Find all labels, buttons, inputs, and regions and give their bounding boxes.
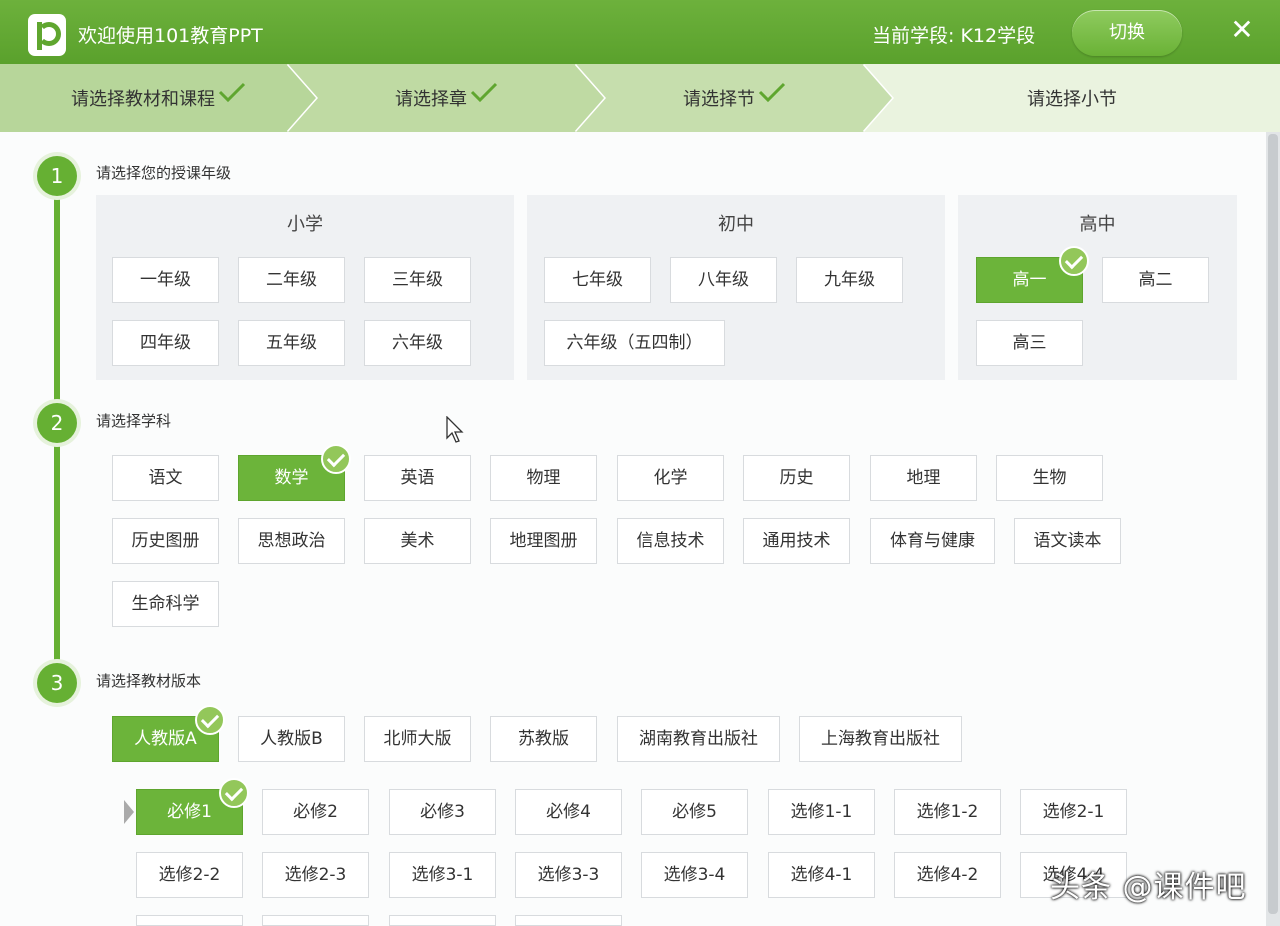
step-2-check-icon	[470, 82, 498, 103]
scrollbar-thumb[interactable]	[1268, 134, 1278, 914]
subject-option[interactable]: 英语	[364, 455, 471, 501]
subject-option[interactable]: 通用技术	[743, 518, 850, 564]
subject-option[interactable]: 思想政治	[238, 518, 345, 564]
volume-option[interactable]: 选修4-2	[894, 852, 1001, 898]
edition-option[interactable]: 上海教育出版社	[799, 716, 962, 762]
grade-option[interactable]: 高三	[976, 320, 1083, 366]
grade-option[interactable]: 高二	[1102, 257, 1209, 303]
step-1-label: 请选择教材和课程	[71, 89, 215, 110]
section-3-number: 3	[37, 663, 77, 703]
edition-option[interactable]: 苏教版	[490, 716, 597, 762]
edition-option[interactable]: 湖南教育出版社	[617, 716, 780, 762]
subject-option[interactable]: 地理图册	[490, 518, 597, 564]
volume-option-partial[interactable]	[262, 915, 369, 926]
volume-option[interactable]: 必修4	[515, 789, 622, 835]
volume-option[interactable]: 选修1-1	[768, 789, 875, 835]
step-2[interactable]: 请选择章	[288, 64, 606, 132]
section-2-number: 2	[37, 403, 77, 443]
subject-option[interactable]: 体育与健康	[870, 518, 995, 564]
step-3-label: 请选择节	[683, 89, 755, 110]
subject-option[interactable]: 物理	[490, 455, 597, 501]
volume-option[interactable]: 选修2-2	[136, 852, 243, 898]
grade-option[interactable]: 六年级	[364, 320, 471, 366]
edition-option[interactable]: 人教版B	[238, 716, 345, 762]
volume-option-partial[interactable]	[389, 915, 496, 926]
subject-option[interactable]: 历史	[743, 455, 850, 501]
step-breadcrumb: 请选择教材和课程 请选择章 请选择节 请选择小节	[0, 64, 1280, 132]
grade-option[interactable]: 四年级	[112, 320, 219, 366]
grade-option[interactable]: 五年级	[238, 320, 345, 366]
subject-option[interactable]: 信息技术	[617, 518, 724, 564]
step-3[interactable]: 请选择节	[576, 64, 894, 132]
volume-option[interactable]: 必修5	[641, 789, 748, 835]
step-1[interactable]: 请选择教材和课程	[0, 64, 318, 132]
subject-option[interactable]: 生命科学	[112, 581, 219, 627]
volume-option[interactable]: 选修3-1	[389, 852, 496, 898]
subject-option[interactable]: 语文	[112, 455, 219, 501]
volume-option[interactable]: 选修4-1	[768, 852, 875, 898]
watermark: 头条 @课件吧	[1050, 870, 1247, 905]
title-bar: 欢迎使用101教育PPT 当前学段: K12学段 切换 ✕	[0, 0, 1280, 64]
subject-option[interactable]: 语文读本	[1014, 518, 1121, 564]
volume-option[interactable]: 选修3-4	[641, 852, 748, 898]
step-2-label: 请选择章	[395, 89, 467, 110]
volume-option[interactable]: 必修3	[389, 789, 496, 835]
selected-check-icon	[195, 705, 225, 735]
grade-option[interactable]: 三年级	[364, 257, 471, 303]
edition-option[interactable]: 北师大版	[364, 716, 471, 762]
selected-check-icon	[219, 778, 249, 808]
subject-option[interactable]: 历史图册	[112, 518, 219, 564]
section-1-number: 1	[37, 156, 77, 196]
grade-group-middle-title: 初中	[718, 214, 754, 235]
volume-option[interactable]: 选修3-3	[515, 852, 622, 898]
app-logo-icon	[28, 14, 66, 56]
step-3-check-icon	[758, 82, 786, 103]
selected-check-icon	[321, 444, 351, 474]
app-title: 欢迎使用101教育PPT	[78, 25, 263, 47]
subject-option[interactable]: 生物	[996, 455, 1103, 501]
section-1-title: 请选择您的授课年级	[96, 164, 232, 182]
mouse-cursor-icon	[446, 416, 464, 443]
volume-option-partial[interactable]	[136, 915, 243, 926]
switch-stage-button[interactable]: 切换	[1072, 10, 1182, 56]
step-1-check-icon	[218, 82, 246, 103]
grade-option[interactable]: 二年级	[238, 257, 345, 303]
grade-option[interactable]: 九年级	[796, 257, 903, 303]
grade-option[interactable]: 八年级	[670, 257, 777, 303]
volume-option-partial[interactable]	[515, 915, 622, 926]
subject-option[interactable]: 地理	[870, 455, 977, 501]
subject-option[interactable]: 化学	[617, 455, 724, 501]
section-3-title: 请选择教材版本	[96, 672, 202, 690]
expand-arrow-icon	[124, 800, 134, 824]
step-4-label: 请选择小节	[1027, 89, 1117, 110]
selected-check-icon	[1059, 246, 1089, 276]
grade-option[interactable]: 一年级	[112, 257, 219, 303]
volume-option[interactable]: 选修2-1	[1020, 789, 1127, 835]
volume-option[interactable]: 选修2-3	[262, 852, 369, 898]
step-4[interactable]: 请选择小节	[864, 64, 1280, 132]
grade-option[interactable]: 七年级	[544, 257, 651, 303]
grade-option[interactable]: 六年级（五四制）	[544, 320, 725, 366]
current-stage-label: 当前学段: K12学段	[872, 25, 1036, 47]
grade-group-primary-title: 小学	[287, 214, 323, 235]
close-icon[interactable]: ✕	[1228, 16, 1256, 44]
grade-group-high-title: 高中	[1079, 214, 1116, 235]
volume-option[interactable]: 选修1-2	[894, 789, 1001, 835]
subject-option[interactable]: 美术	[364, 518, 471, 564]
volume-option[interactable]: 必修2	[262, 789, 369, 835]
section-2-title: 请选择学科	[96, 412, 172, 430]
